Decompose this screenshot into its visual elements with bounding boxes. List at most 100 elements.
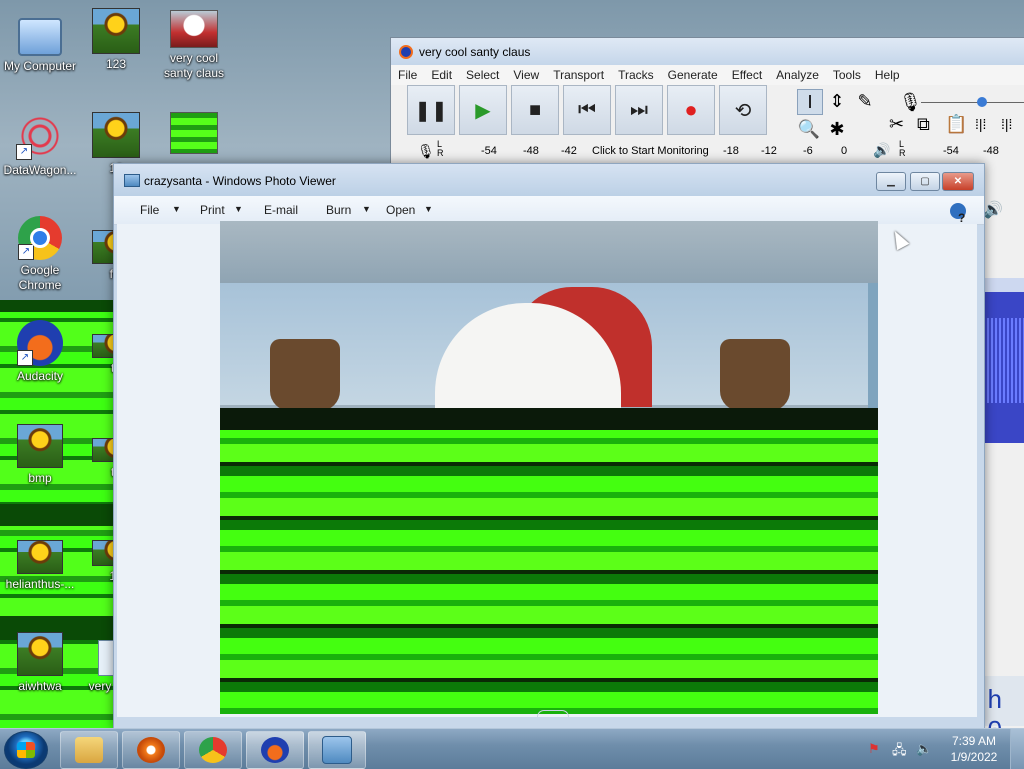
taskbar-item-windows-explorer[interactable] (60, 731, 118, 769)
shortcut-arrow-icon: ↗ (16, 144, 32, 160)
santa-left-hand (270, 339, 340, 411)
cut-icon[interactable]: ✂ (889, 114, 904, 135)
menu-select[interactable]: Select (459, 68, 506, 82)
meter-tick: -18 (723, 145, 739, 157)
stop-button[interactable]: ■ (511, 85, 559, 135)
datawagon-icon: ↗ (16, 112, 64, 160)
maximize-icon: ▢ (920, 176, 930, 187)
zoom-tool-icon[interactable]: 🔍 (797, 117, 821, 141)
menu-edit[interactable]: Edit (424, 68, 459, 82)
paste-icon[interactable]: 📋 (945, 114, 967, 135)
draw-tool-icon[interactable]: ✎ (853, 89, 877, 113)
chevron-down-icon[interactable]: ▼ (424, 204, 433, 214)
skip-to-end-button[interactable]: ⏭ (615, 85, 663, 135)
chevron-down-icon[interactable]: ▼ (234, 204, 243, 214)
desktop-icon-aiwhtwa[interactable]: aiwhtwa (0, 632, 80, 694)
network-icon[interactable]: 🖧 (892, 741, 907, 763)
microphone-meter-icon: 🎙 (417, 143, 435, 159)
volume-icon[interactable]: 🔈 (916, 741, 932, 757)
multi-tool-icon[interactable]: ✱ (825, 117, 849, 141)
menu-view[interactable]: View (506, 68, 546, 82)
desktop-icon-label: very cool santy claus (163, 51, 225, 80)
taskbar-item-media-player[interactable] (122, 731, 180, 769)
menu-burn[interactable]: Burn (326, 203, 351, 217)
photo-viewer-titlebar[interactable]: crazysanta - Windows Photo Viewer ▁ ▢ ✕ (114, 164, 984, 196)
action-center-icon[interactable]: ⚑ (868, 741, 880, 757)
skip-to-start-button[interactable]: ⏮ (563, 85, 611, 135)
recording-meter[interactable]: 🎙 L R -54 -48 -42 Click to Start Monitor… (407, 140, 848, 160)
start-monitoring-text[interactable]: Click to Start Monitoring (592, 145, 709, 157)
meter-tick: -12 (761, 145, 777, 157)
time-display: h 0 (983, 676, 1024, 728)
menu-generate[interactable]: Generate (661, 68, 725, 82)
loop-button[interactable]: ⟲ (719, 85, 767, 135)
menu-transport[interactable]: Transport (546, 68, 611, 82)
maximize-button[interactable]: ▢ (910, 172, 940, 191)
taskbar-item-photo-viewer[interactable] (308, 731, 366, 769)
taskbar-item-audacity[interactable] (246, 731, 304, 769)
folder-icon (75, 737, 103, 763)
play-icon: ▶ (475, 99, 491, 122)
record-volume-slider[interactable] (921, 96, 1024, 108)
speaker-meter-icon: 🔊 (873, 142, 891, 158)
desktop-icon-helianthus[interactable]: helianthus-... (0, 540, 80, 592)
desktop-icon-label: DataWagon... (3, 163, 77, 177)
photo-viewer-controls-hint (537, 710, 569, 717)
clock[interactable]: 7:39 AM 1/9/2022 (944, 733, 1004, 765)
santa-right-hand (720, 339, 790, 411)
loop-icon: ⟲ (734, 99, 752, 122)
trim-icon[interactable]: ⁞|⁞ (975, 116, 986, 132)
menu-file[interactable]: File (140, 203, 159, 217)
desktop-icon-green-image[interactable] (154, 112, 234, 157)
audacity-menubar: File Edit Select View Transport Tracks G… (391, 65, 1024, 85)
menu-email[interactable]: E-mail (264, 203, 298, 217)
chevron-down-icon[interactable]: ▼ (362, 204, 371, 214)
santa-photo[interactable] (220, 221, 878, 714)
show-desktop-button[interactable] (1010, 729, 1024, 769)
meter-tick: 0 (841, 145, 848, 157)
photo-viewer-window[interactable]: crazysanta - Windows Photo Viewer ▁ ▢ ✕ … (113, 163, 985, 729)
minimize-button[interactable]: ▁ (876, 172, 906, 191)
taskbar-item-google-chrome[interactable] (184, 731, 242, 769)
menu-open[interactable]: Open (386, 203, 415, 217)
menu-help[interactable]: Help (868, 68, 907, 82)
envelope-tool-icon[interactable]: ⇕ (825, 89, 849, 113)
menu-print[interactable]: Print (200, 203, 225, 217)
selection-tool-icon[interactable]: I (797, 89, 823, 115)
desktop-icon-label: helianthus-... (5, 577, 75, 591)
desktop-icon-audacity[interactable]: ↗ Audacity (0, 320, 80, 384)
playback-meter[interactable]: 🔊 L R -54 -48 (871, 140, 1024, 160)
menu-file[interactable]: File (391, 68, 424, 82)
desktop-icon-123[interactable]: 123 (76, 8, 156, 72)
close-button[interactable]: ✕ (942, 172, 974, 191)
menu-tracks[interactable]: Tracks (611, 68, 661, 82)
audacity-titlebar[interactable]: very cool santy claus (391, 38, 1024, 65)
copy-icon[interactable]: ⧉ (917, 114, 930, 135)
track-speaker-icon[interactable]: 🔊 (983, 200, 1003, 220)
desktop-icon-my-computer[interactable]: My Computer (0, 10, 80, 74)
chevron-down-icon[interactable]: ▼ (172, 204, 181, 214)
desktop-icon-google-chrome[interactable]: ↗ Google Chrome (0, 216, 80, 293)
play-button[interactable]: ▶ (459, 85, 507, 135)
menu-analyze[interactable]: Analyze (769, 68, 826, 82)
menu-effect[interactable]: Effect (725, 68, 769, 82)
slider-knob[interactable] (977, 97, 987, 107)
system-tray: ⚑ 🖧 🔈 (864, 733, 944, 765)
photo-viewing-area[interactable] (117, 221, 977, 717)
clock-time: 7:39 AM (951, 734, 997, 748)
audacity-icon (261, 737, 289, 763)
desktop-icon-bmp[interactable]: bmp (0, 424, 80, 486)
stop-icon: ■ (528, 98, 542, 121)
pause-button[interactable]: ❚❚ (407, 85, 455, 135)
santa-image-icon (170, 10, 218, 48)
audio-track-waveform[interactable] (983, 278, 1024, 443)
start-button[interactable] (4, 731, 48, 769)
chrome-icon (199, 737, 227, 763)
help-button[interactable]: ? (950, 203, 966, 225)
desktop-icon-datawagon[interactable]: ↗ DataWagon... (0, 112, 80, 178)
microphone-icon[interactable]: 🎙 (899, 92, 922, 113)
menu-tools[interactable]: Tools (826, 68, 868, 82)
record-button[interactable]: ● (667, 85, 715, 135)
silence-icon[interactable]: ⁞|⁞ (1001, 116, 1012, 132)
desktop-icon-very-cool-santy-claus[interactable]: very cool santy claus (154, 10, 234, 81)
